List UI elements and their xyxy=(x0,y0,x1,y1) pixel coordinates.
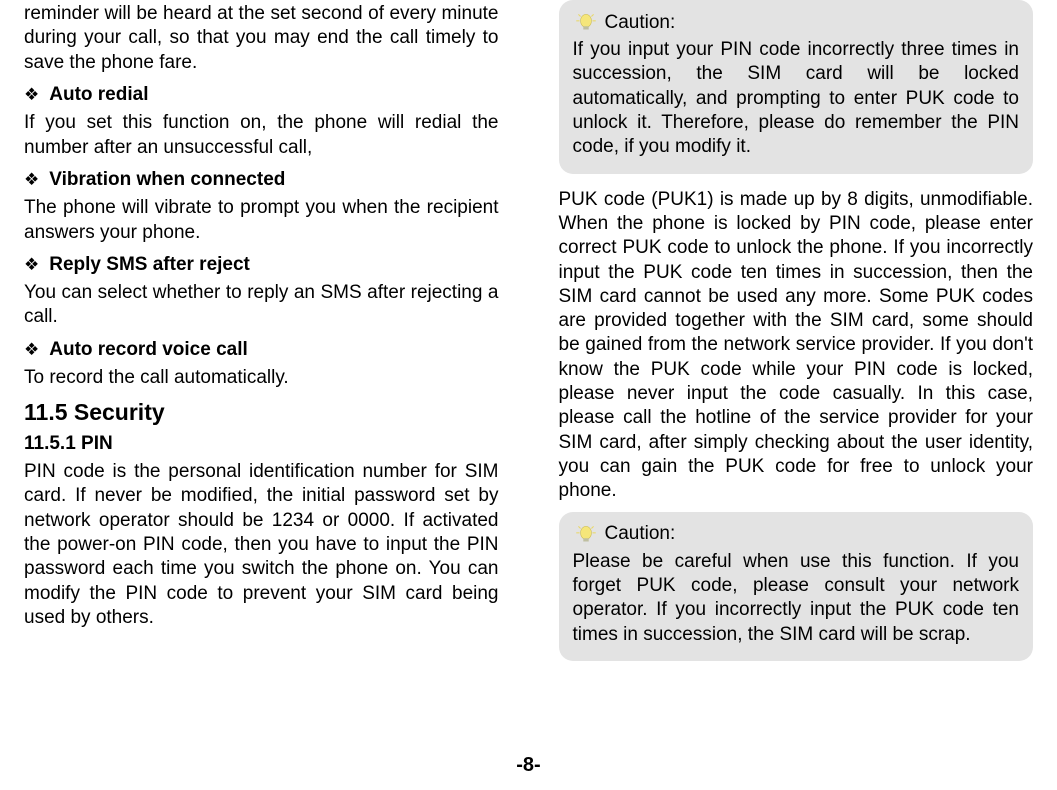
caution-box: Caution: If you input your PIN code inco… xyxy=(559,0,1034,174)
heading-pin: 11.5.1 PIN xyxy=(24,432,499,456)
diamond-icon: ❖ xyxy=(24,171,39,188)
diamond-icon: ❖ xyxy=(24,256,39,273)
caution-label: Caution: xyxy=(605,11,676,35)
bullet-item: ❖ Auto record voice call xyxy=(24,338,499,362)
paragraph: The phone will vibrate to prompt you whe… xyxy=(24,196,499,245)
paragraph: You can select whether to reply an SMS a… xyxy=(24,281,499,330)
caution-body: If you input your PIN code incorrectly t… xyxy=(573,38,1020,160)
paragraph: reminder will be heard at the set second… xyxy=(24,2,499,75)
bullet-item: ❖ Reply SMS after reject xyxy=(24,253,499,277)
paragraph: PUK code (PUK1) is made up by 8 digits, … xyxy=(559,188,1034,504)
page-number: -8- xyxy=(0,750,1057,777)
lightbulb-icon xyxy=(573,10,599,36)
bullet-label: Vibration when connected xyxy=(49,168,285,192)
right-column: Caution: If you input your PIN code inco… xyxy=(529,0,1038,750)
caution-box: Caution: Please be careful when use this… xyxy=(559,512,1034,661)
page-content: reminder will be heard at the set second… xyxy=(0,0,1057,750)
bullet-label: Reply SMS after reject xyxy=(49,253,250,277)
left-column: reminder will be heard at the set second… xyxy=(20,0,529,750)
bullet-item: ❖ Auto redial xyxy=(24,83,499,107)
paragraph: PIN code is the personal identification … xyxy=(24,460,499,630)
heading-security: 11.5 Security xyxy=(24,398,499,427)
caution-body: Please be careful when use this function… xyxy=(573,550,1020,647)
caution-header: Caution: xyxy=(573,522,1020,548)
caution-header: Caution: xyxy=(573,10,1020,36)
diamond-icon: ❖ xyxy=(24,341,39,358)
bullet-label: Auto redial xyxy=(49,83,148,107)
paragraph: To record the call automatically. xyxy=(24,366,499,390)
paragraph: If you set this function on, the phone w… xyxy=(24,111,499,160)
caution-label: Caution: xyxy=(605,522,676,546)
diamond-icon: ❖ xyxy=(24,86,39,103)
bullet-item: ❖ Vibration when connected xyxy=(24,168,499,192)
lightbulb-icon xyxy=(573,522,599,548)
bullet-label: Auto record voice call xyxy=(49,338,248,362)
